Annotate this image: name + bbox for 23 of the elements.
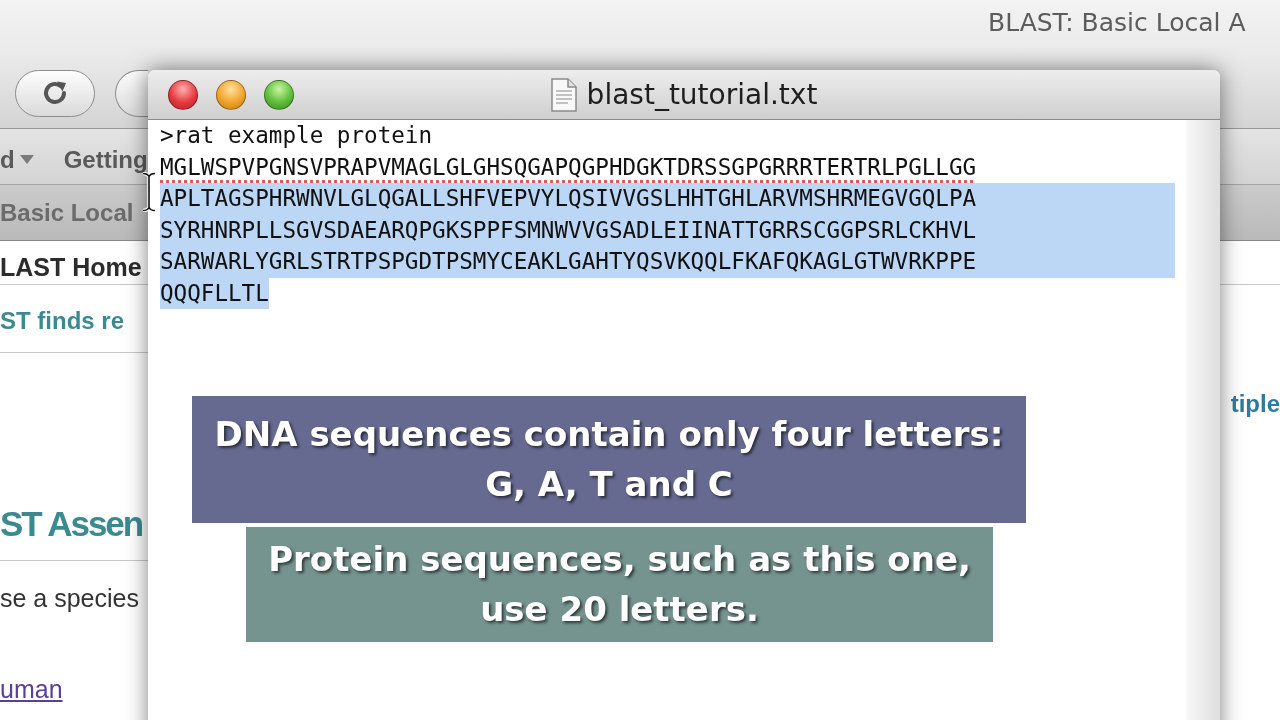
video-caption: Protein sequences, such as this one, use 20 letters. <box>246 527 993 642</box>
bookmark-link[interactable]: d <box>0 145 34 174</box>
intro-text: ST finds re <box>0 306 125 336</box>
document-icon <box>550 77 577 112</box>
bookmark-link[interactable]: Getting <box>63 145 148 174</box>
reload-button[interactable] <box>15 69 95 117</box>
minimize-button[interactable] <box>216 79 246 110</box>
species-link[interactable]: uman <box>0 674 63 704</box>
toolbar-button[interactable] <box>115 69 148 117</box>
page-link[interactable]: tiple <box>1230 389 1280 419</box>
close-button[interactable] <box>168 79 198 110</box>
video-caption: DNA sequences contain only four letters: G, A, T and C <box>192 396 1026 523</box>
window-title: blast_tutorial.txt <box>586 78 818 111</box>
browser-title: BLAST: Basic Local A <box>988 7 1246 37</box>
page-heading: LAST Home <box>0 252 142 282</box>
prompt-text: se a species <box>0 583 139 613</box>
text-line: >rat example protein <box>160 121 433 150</box>
scroll-bar[interactable] <box>1186 120 1220 720</box>
caret-icon <box>19 155 34 164</box>
section-heading: ST Assen <box>0 503 143 545</box>
browser-tab[interactable]: Basic Local <box>0 198 134 227</box>
text-line: MGLWSPVPGNSVPRAPVMAGLGLGHSQGAPQGPHDGKTDRSSGPGRRRTERTRLPGLLGG <box>160 152 977 182</box>
zoom-button[interactable] <box>264 79 294 110</box>
